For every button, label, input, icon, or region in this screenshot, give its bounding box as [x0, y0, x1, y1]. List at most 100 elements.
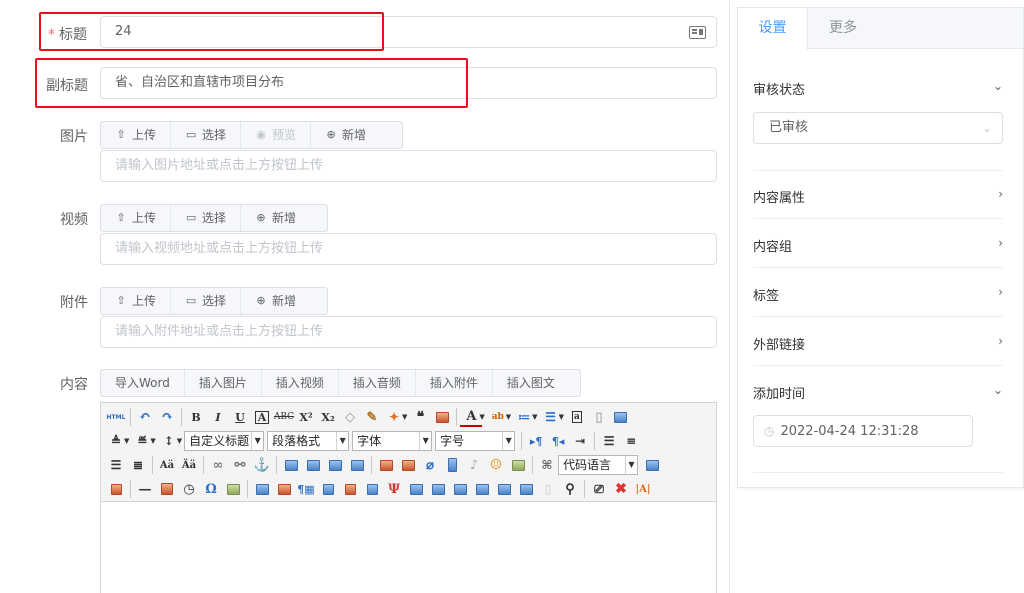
rtl-icon[interactable]: ¶◂ — [547, 431, 569, 451]
insert-audio-button[interactable]: 插入音频 — [339, 370, 416, 396]
clear-format-icon[interactable]: ✖ — [610, 479, 632, 499]
insert-image-icon[interactable] — [397, 455, 419, 475]
video-select-button[interactable]: ▭ 选择 — [171, 205, 242, 231]
insert-table-icon[interactable] — [251, 479, 273, 499]
scrawl-icon[interactable] — [507, 455, 529, 475]
insert-video-icon[interactable] — [441, 455, 463, 475]
preview-icon[interactable] — [610, 407, 632, 427]
strikethrough-icon[interactable]: ABC — [273, 407, 295, 427]
insert-image-text-button[interactable]: 插入图文 — [493, 370, 569, 396]
image-select-button[interactable]: ▭ 选择 — [171, 122, 242, 148]
insert-row-icon[interactable] — [317, 479, 339, 499]
insert-col-icon[interactable] — [361, 479, 383, 499]
attachment-upload-button[interactable]: ⇧ 上传 — [101, 288, 172, 314]
image-right-icon[interactable] — [324, 455, 346, 475]
section-content-group[interactable]: 内容组 › — [753, 236, 1003, 255]
add-time-picker[interactable]: ◷ 2022-04-24 12:31:28 — [753, 415, 973, 447]
undo-icon[interactable]: ↶ — [134, 407, 156, 427]
editor-content-area[interactable] — [101, 502, 716, 593]
italic-icon[interactable]: I — [207, 407, 229, 427]
indent-icon[interactable]: ⇥ — [569, 431, 591, 451]
merge-right-icon[interactable] — [427, 479, 449, 499]
id-card-icon[interactable] — [689, 26, 706, 39]
paragraph-format-select[interactable]: 段落格式 ▼ — [267, 431, 350, 451]
word-count-icon[interactable]: |A| — [632, 479, 654, 499]
delete-row-icon[interactable] — [339, 479, 361, 499]
heading-select[interactable]: 自定义标题 ▼ — [184, 431, 265, 451]
delete-table-icon[interactable] — [273, 479, 295, 499]
format-painter-icon[interactable]: ✎ — [361, 407, 383, 427]
tab-settings[interactable]: 设置 — [738, 8, 808, 50]
underline-icon[interactable]: U — [229, 407, 251, 427]
align-left-icon[interactable]: ☰ — [598, 431, 620, 451]
image-upload-button[interactable]: ⇧ 上传 — [101, 122, 172, 148]
emotion-icon[interactable]: ☺ — [485, 455, 507, 475]
to-lowercase-icon[interactable]: Ää — [178, 455, 200, 475]
video-upload-button[interactable]: ⇧ 上传 — [101, 205, 172, 231]
insert-code-icon[interactable]: ⌘ — [536, 455, 558, 475]
insert-time-icon[interactable]: ◷ — [178, 479, 200, 499]
map-icon[interactable] — [222, 479, 244, 499]
attachment-select-button[interactable]: ▭ 选择 — [171, 288, 242, 314]
bold-icon[interactable]: B — [185, 407, 207, 427]
split-to-rows-icon[interactable] — [493, 479, 515, 499]
blockquote-icon[interactable]: ❝ — [409, 407, 431, 427]
split-to-cells-icon[interactable] — [471, 479, 493, 499]
superscript-icon[interactable]: X² — [295, 407, 317, 427]
link-icon[interactable]: ∞ — [207, 455, 229, 475]
review-status-select[interactable]: 已审核 ⌄ — [753, 112, 1003, 144]
title-input[interactable]: 24 — [100, 16, 717, 48]
redo-icon[interactable]: ↷ — [156, 407, 178, 427]
select-all-icon[interactable]: a — [566, 407, 588, 427]
insert-image-button[interactable]: 插入图片 — [185, 370, 262, 396]
font-border-icon[interactable]: A — [251, 407, 273, 427]
insert-attachment-button[interactable]: 插入附件 — [416, 370, 493, 396]
anchor-icon[interactable]: ⚓ — [251, 455, 273, 475]
code-language-select[interactable]: 代码语言 ▼ — [558, 455, 638, 475]
eraser-icon[interactable]: ◇ — [339, 407, 361, 427]
insert-music-icon[interactable]: ♪ — [463, 455, 485, 475]
section-external-link[interactable]: 外部链接 › — [753, 334, 1003, 353]
delete-col-icon[interactable]: Ψ — [383, 479, 405, 499]
image-preview-button[interactable]: ◉ 预览 — [241, 122, 312, 148]
image-none-icon[interactable] — [280, 455, 302, 475]
merge-down-icon[interactable] — [449, 479, 471, 499]
horizontal-rule-icon[interactable]: — — [134, 479, 156, 499]
video-url-input[interactable]: 请输入视频地址或点击上方按钮上传 — [100, 233, 717, 265]
review-status-header[interactable]: 审核状态 ⌄ — [753, 79, 1003, 98]
add-time-header[interactable]: 添加时间 ⌄ — [753, 383, 1003, 402]
align-center-icon[interactable]: ≡ — [620, 431, 642, 451]
page-break-icon[interactable]: ⎚ — [588, 479, 610, 499]
template-icon[interactable] — [641, 455, 663, 475]
section-content-attributes[interactable]: 内容属性 › — [753, 187, 1003, 206]
clear-doc-icon[interactable]: ▯ — [588, 407, 610, 427]
paste-plain-icon[interactable] — [431, 407, 453, 427]
attachment-icon[interactable]: ⌀ — [419, 455, 441, 475]
image-url-input[interactable]: 请输入图片地址或点击上方按钮上传 — [100, 150, 717, 182]
ltr-icon[interactable]: ▸¶ — [525, 431, 547, 451]
font-size-select[interactable]: 字号 ▼ — [435, 431, 516, 451]
special-chars-icon[interactable]: Ω — [200, 479, 222, 499]
align-right-icon[interactable]: ☰ — [105, 455, 127, 475]
insert-date-icon[interactable] — [156, 479, 178, 499]
attachment-add-button[interactable]: ⊕ 新增 — [241, 288, 310, 314]
import-word-button[interactable]: 导入Word — [101, 370, 185, 396]
search-replace-icon[interactable]: ⚲ — [559, 479, 581, 499]
print-icon[interactable]: ▯ — [537, 479, 559, 499]
tab-more[interactable]: 更多 — [808, 8, 878, 49]
simple-upload-icon[interactable] — [375, 455, 397, 475]
merge-cells-icon[interactable] — [405, 479, 427, 499]
split-to-cols-icon[interactable] — [515, 479, 537, 499]
image-center-icon[interactable] — [346, 455, 368, 475]
html-source-icon[interactable]: HTML — [105, 407, 127, 427]
font-family-select[interactable]: 字体 ▼ — [352, 431, 433, 451]
insert-paragraph-before-table-icon[interactable]: ¶▦ — [295, 479, 317, 499]
subtitle-input[interactable]: 省、自治区和直辖市项目分布 — [100, 67, 717, 99]
section-tags[interactable]: 标签 › — [753, 285, 1003, 304]
image-left-icon[interactable] — [302, 455, 324, 475]
image-add-button[interactable]: ⊕ 新增 — [311, 122, 380, 148]
to-uppercase-icon[interactable]: Aä — [156, 455, 178, 475]
video-add-button[interactable]: ⊕ 新增 — [241, 205, 310, 231]
insert-video-button[interactable]: 插入视频 — [262, 370, 339, 396]
align-justify-icon[interactable]: ≣ — [127, 455, 149, 475]
